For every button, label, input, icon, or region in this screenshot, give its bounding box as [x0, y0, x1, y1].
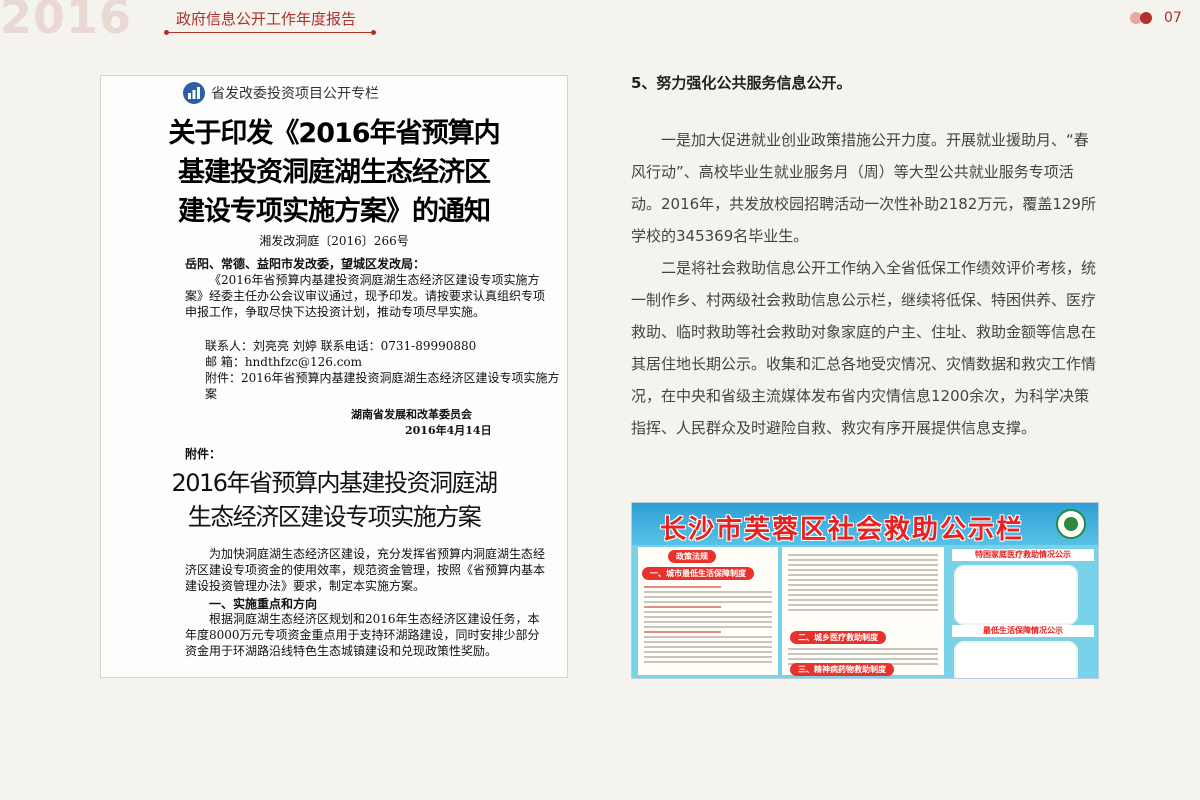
document-number: 湘发改洞庭〔2016〕266号 — [259, 234, 409, 248]
text-lines — [644, 583, 772, 666]
headline-line: 关于印发《2016年省预算内 — [168, 118, 500, 149]
document-addressee: 岳阳、常德、益阳市发改委，望城区发改局： — [185, 257, 426, 271]
document-paragraph: 《2016年省预算内基建投资洞庭湖生态经济区建设专项实施方案》经委主任办公会议审… — [185, 273, 546, 319]
section-pill: 三、精神病药物救助制度 — [790, 663, 894, 676]
document-paragraph: 根据洞庭湖生态经济区规划和2016年生态经济区建设任务，本年度8000万元专项资… — [185, 612, 540, 658]
bar-chart-logo-icon — [183, 82, 205, 104]
document-signature: 湖南省发展和改革委员会 — [351, 408, 472, 421]
headline-line: 基建投资洞庭湖生态经济区 — [178, 157, 491, 188]
year-watermark: 2016 — [0, 0, 133, 44]
document-headline: 关于印发《2016年省预算内 基建投资洞庭湖生态经济区 建设专项实施方案》的通知 — [101, 114, 567, 231]
attachment-line: 附件：2016年省预算内基建投资洞庭湖生态经济区建设专项实施方案 — [205, 371, 560, 401]
contact-line: 联系人：刘亮亮 刘婷 联系电话：0731-89990880 — [205, 339, 477, 353]
attachment-label: 附件： — [185, 447, 222, 461]
pager-dots-icon — [1130, 12, 1156, 24]
section-heading: 5、努力强化公共服务信息公开。 — [631, 74, 852, 92]
text-lines — [788, 551, 938, 614]
column-header: 省发改委投资项目公开专栏 — [183, 80, 379, 106]
email-line: 邮 箱：hndthfzc@126.com — [205, 355, 363, 369]
document-date: 2016年4月14日 — [405, 424, 492, 437]
document-contact: 联系人：刘亮亮 刘婷 联系电话：0731-89990880 邮 箱：hndthf… — [185, 338, 565, 370]
report-title: 政府信息公开工作年度报告 — [176, 10, 357, 28]
bulletin-panel-left: 政策法规 一、城市最低生活保障制度 — [638, 547, 778, 675]
title-underline — [164, 30, 376, 35]
bulletin-title: 长沙市芙蓉区社会救助公示栏 — [659, 515, 1024, 545]
policy-pill: 政策法规 — [668, 550, 716, 563]
subheadline-line: 2016年省预算内基建投资洞庭湖 — [171, 469, 498, 497]
document-attachment-note: 附件：2016年省预算内基建投资洞庭湖生态经济区建设专项实施方案 — [185, 370, 565, 402]
page-number: 07 — [1164, 10, 1182, 26]
emblem-icon — [1056, 509, 1086, 539]
body-paragraph: 二是将社会救助信息公开工作纳入全省低保工作绩效评价考核，统一制作乡、村两级社会救… — [631, 259, 1097, 437]
document-paragraph: 为加快洞庭湖生态经济区建设，充分发挥省预算内洞庭湖生态经济区建设专项资金的使用效… — [185, 547, 546, 593]
right-heading: 最低生活保障情况公示 — [952, 625, 1094, 637]
section-pill: 一、城市最低生活保障制度 — [642, 567, 754, 580]
notice-box — [954, 641, 1078, 678]
subheadline-line: 生态经济区建设专项实施方案 — [187, 503, 482, 531]
document-section-heading: 一、实施重点和方向 — [209, 597, 318, 611]
document-subheadline: 2016年省预算内基建投资洞庭湖 生态经济区建设专项实施方案 — [101, 466, 567, 534]
right-heading: 特困家庭医疗救助情况公示 — [952, 549, 1094, 561]
bulletin-board-image: 长沙市芙蓉区社会救助公示栏 政策法规 一、城市最低生活保障制度 二、城乡医疗救助… — [631, 502, 1099, 679]
bulletin-panel-middle: 二、城乡医疗救助制度 三、精神病药物救助制度 — [782, 547, 944, 676]
section-pill: 二、城乡医疗救助制度 — [790, 631, 886, 644]
column-header-text: 省发改委投资项目公开专栏 — [211, 86, 379, 102]
document-image: 省发改委投资项目公开专栏 关于印发《2016年省预算内 基建投资洞庭湖生态经济区… — [100, 75, 568, 678]
headline-line: 建设专项实施方案》的通知 — [178, 196, 491, 227]
body-paragraph: 一是加大促进就业创业政策措施公开力度。开展就业援助月、“春风行动”、高校毕业生就… — [631, 131, 1096, 245]
notice-box — [954, 565, 1078, 625]
